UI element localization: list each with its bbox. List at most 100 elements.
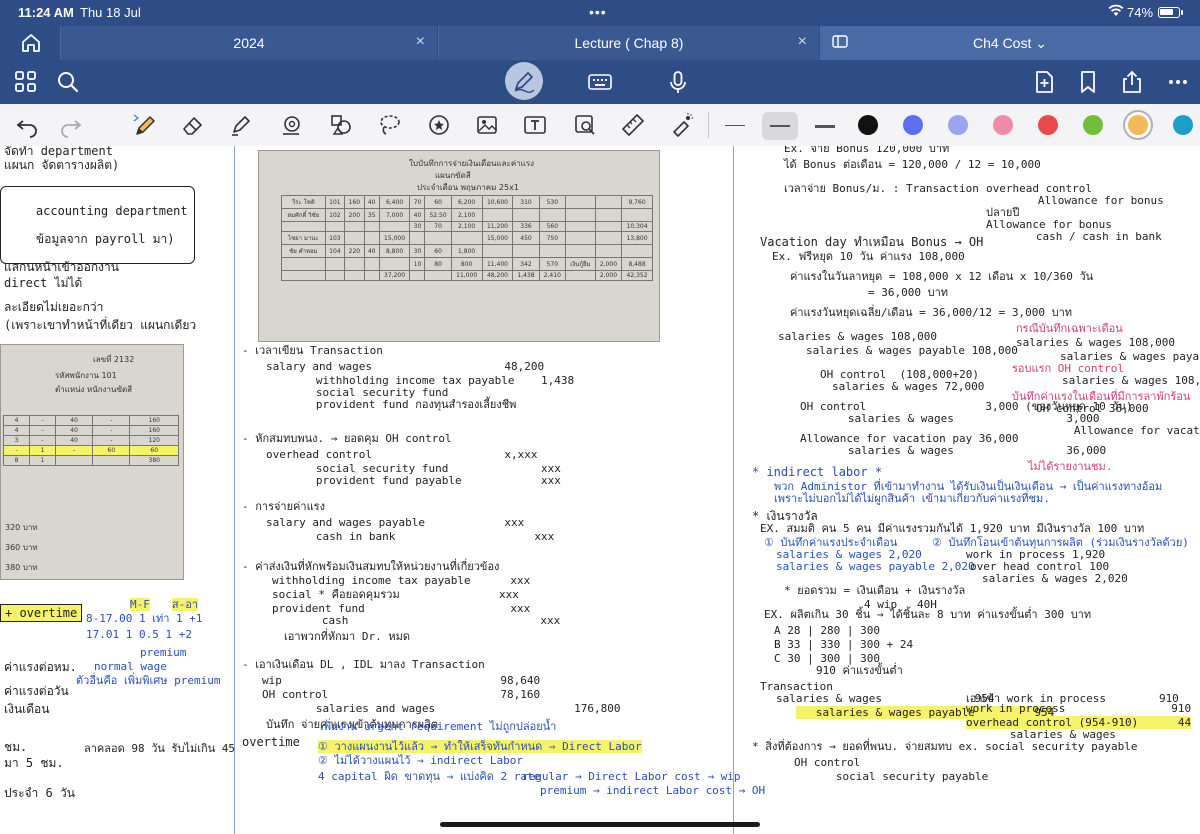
ot-header: ส-อา (171, 598, 198, 611)
table-cell (281, 257, 326, 271)
stroke-preview (725, 125, 745, 126)
color-swatch[interactable] (993, 115, 1013, 135)
close-icon[interactable]: × (798, 33, 807, 51)
tab-2024[interactable]: 2024 × (60, 26, 437, 60)
lasso-icon[interactable] (376, 112, 402, 138)
multitasking-handle[interactable]: ••• (589, 4, 607, 20)
more-icon[interactable] (1164, 68, 1192, 96)
journal-line: เพิ่มงาน urgent requirement ไม่ถูกปล่อยน… (320, 720, 557, 733)
table-cell (564, 231, 596, 245)
table-cell: 35 (363, 208, 380, 222)
table-cell: 10 (409, 257, 426, 271)
table-cell: 6,200 (450, 195, 483, 209)
journal-line: EX. ผลิตเกิน 30 ชิ้น → ได้ชิ้นละ 8 บาท ค… (764, 608, 1092, 621)
eraser-icon[interactable] (180, 112, 206, 138)
journal-line: salaries & wages 2,020 (982, 572, 1128, 585)
table-cell (564, 221, 596, 232)
color-swatch[interactable] (948, 115, 968, 135)
note-line: ลาคลอด 98 วัน รับไม่เกิน 45 (84, 742, 236, 755)
table-cell: 336 (512, 221, 540, 232)
table-cell: 4 (3, 425, 30, 436)
bookmark-icon[interactable] (1074, 68, 1102, 96)
table-cell: 8,800 (378, 244, 411, 258)
note-canvas[interactable]: จัดทำ department แผนก จัดตารางผลิต) acco… (0, 146, 1200, 834)
color-swatch[interactable] (1038, 115, 1058, 135)
journal-line: salaries & wages 36,000 (828, 444, 1107, 457)
journal-line: salaries & wages 72,000 (832, 380, 985, 393)
stickers-icon[interactable] (426, 112, 452, 138)
camera-scan-icon[interactable] (572, 112, 598, 138)
color-swatch[interactable] (1128, 115, 1148, 135)
bluetooth-pen-icon[interactable] (132, 112, 158, 138)
tab-label: 2024 (233, 35, 265, 51)
laser-pointer-icon[interactable] (668, 112, 694, 138)
home-icon[interactable] (12, 31, 50, 55)
table-cell (594, 208, 623, 222)
shapes-icon[interactable] (278, 112, 304, 138)
table-cell: 11,200 (481, 221, 514, 232)
grid-icon[interactable] (12, 68, 40, 96)
table-cell: 40 (363, 244, 380, 258)
table-cell: 30 (409, 244, 426, 258)
table-row: ชัย คำหอม 104 220 40 8,800 30 60 1,800 (281, 244, 653, 258)
table-cell: 60 (424, 244, 452, 258)
share-icon[interactable] (1118, 68, 1146, 96)
timecard-photo[interactable]: เลขที่ 2132 รหัสพนักงาน 101 ตำแหน่ง หนัก… (0, 344, 184, 580)
ot-cell: +2 (178, 628, 192, 641)
color-swatch[interactable] (1173, 115, 1193, 135)
journal-line: salaries & wages payable 2,020 (776, 560, 975, 573)
table-cell (512, 244, 540, 258)
ot-note: premium (140, 646, 187, 659)
stroke-width-thin[interactable] (717, 112, 753, 140)
table-cell: 2,410 (538, 270, 566, 281)
table-cell (344, 231, 365, 245)
table-cell: 15,000 (378, 231, 411, 245)
text-icon[interactable] (522, 112, 548, 138)
journal-line: - การจ่ายค่าแรง (242, 500, 325, 513)
ruler-icon[interactable] (620, 112, 646, 138)
image-icon[interactable] (474, 112, 500, 138)
battery-percent: 74% (1127, 5, 1154, 20)
table-cell: 70 (409, 195, 426, 209)
table-cell: - (29, 415, 56, 426)
keyboard-icon[interactable] (586, 68, 614, 96)
table-cell (538, 244, 566, 258)
close-icon[interactable]: × (416, 33, 425, 51)
home-indicator[interactable] (440, 822, 760, 827)
table-cell: 1 (29, 455, 56, 466)
card-position: ตำแหน่ง หนักงานขัดสี (55, 385, 133, 394)
table-cell: 2,000 (594, 270, 623, 281)
table-cell: - (92, 435, 131, 446)
search-icon[interactable] (54, 68, 82, 96)
microphone-icon[interactable] (664, 68, 692, 96)
journal-line: ค่าแรงในวันลาหยุด = 108,000 x 12 เดือน x… (790, 270, 1094, 283)
payroll-photo[interactable]: ใบบันทึกการจ่ายเงินเดือนและค่าแรง แผนกขั… (258, 150, 660, 342)
table-cell (512, 208, 540, 222)
tab-ch4-cost[interactable]: Ch4 Cost ⌄ (820, 26, 1200, 60)
journal-line: ① วางแผนงานไว้แล้ว → ทำให้เสร็จทันกำหนด … (318, 740, 642, 753)
ot-note: normal wage (94, 660, 167, 673)
new-page-icon[interactable] (1030, 68, 1058, 96)
color-swatch[interactable] (1083, 115, 1103, 135)
table-cell: 80 (424, 257, 452, 271)
table-cell: สมศักดิ์ วิชัย (281, 208, 326, 222)
redo-icon[interactable] (58, 112, 84, 138)
table-cell: 200 (344, 208, 365, 222)
undo-icon[interactable] (14, 112, 40, 138)
color-swatch[interactable] (858, 115, 878, 135)
color-swatch[interactable] (903, 115, 923, 135)
journal-line: cash / cash in bank 120,000 (1035, 230, 1162, 243)
journal-line: wip 98,640 (262, 674, 541, 687)
highlighter-icon[interactable] (228, 112, 254, 138)
table-cell: วีระ โชติ (281, 195, 326, 209)
journal-line: ② ไม่ได้วางแผนไว้ → indirect Labor (318, 754, 524, 767)
pen-mode-button[interactable] (505, 62, 543, 100)
journal-line: * สิ่งที่ต้องการ → ยอดที่พนบ. จ่ายสมทบ e… (752, 740, 1138, 753)
table-cell (538, 208, 566, 222)
ot-cell: 8-17.00 (86, 612, 133, 625)
stroke-width-thick[interactable] (807, 112, 843, 140)
elements-icon[interactable] (328, 112, 354, 138)
tab-lecture-chap-8[interactable]: Lecture ( Chap 8) × (438, 26, 819, 60)
table-cell (481, 244, 514, 258)
stroke-width-medium[interactable] (762, 112, 798, 140)
